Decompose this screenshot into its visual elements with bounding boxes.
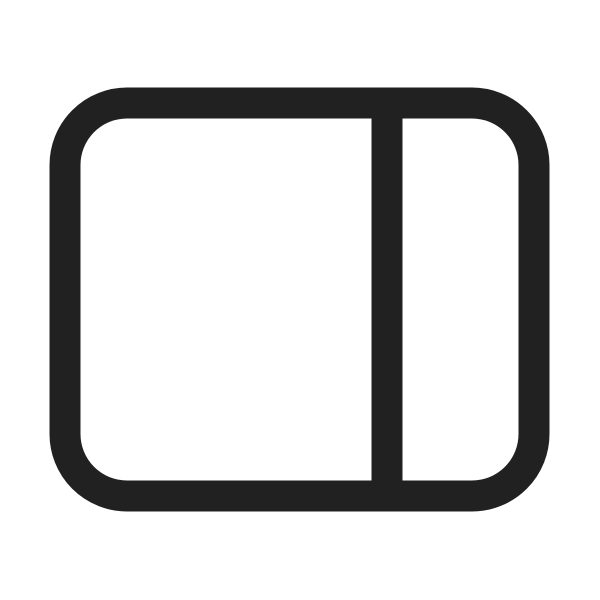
- icon-canvas: [0, 0, 600, 600]
- panel-right-icon: [49, 87, 550, 512]
- panel-frame: [49, 87, 550, 512]
